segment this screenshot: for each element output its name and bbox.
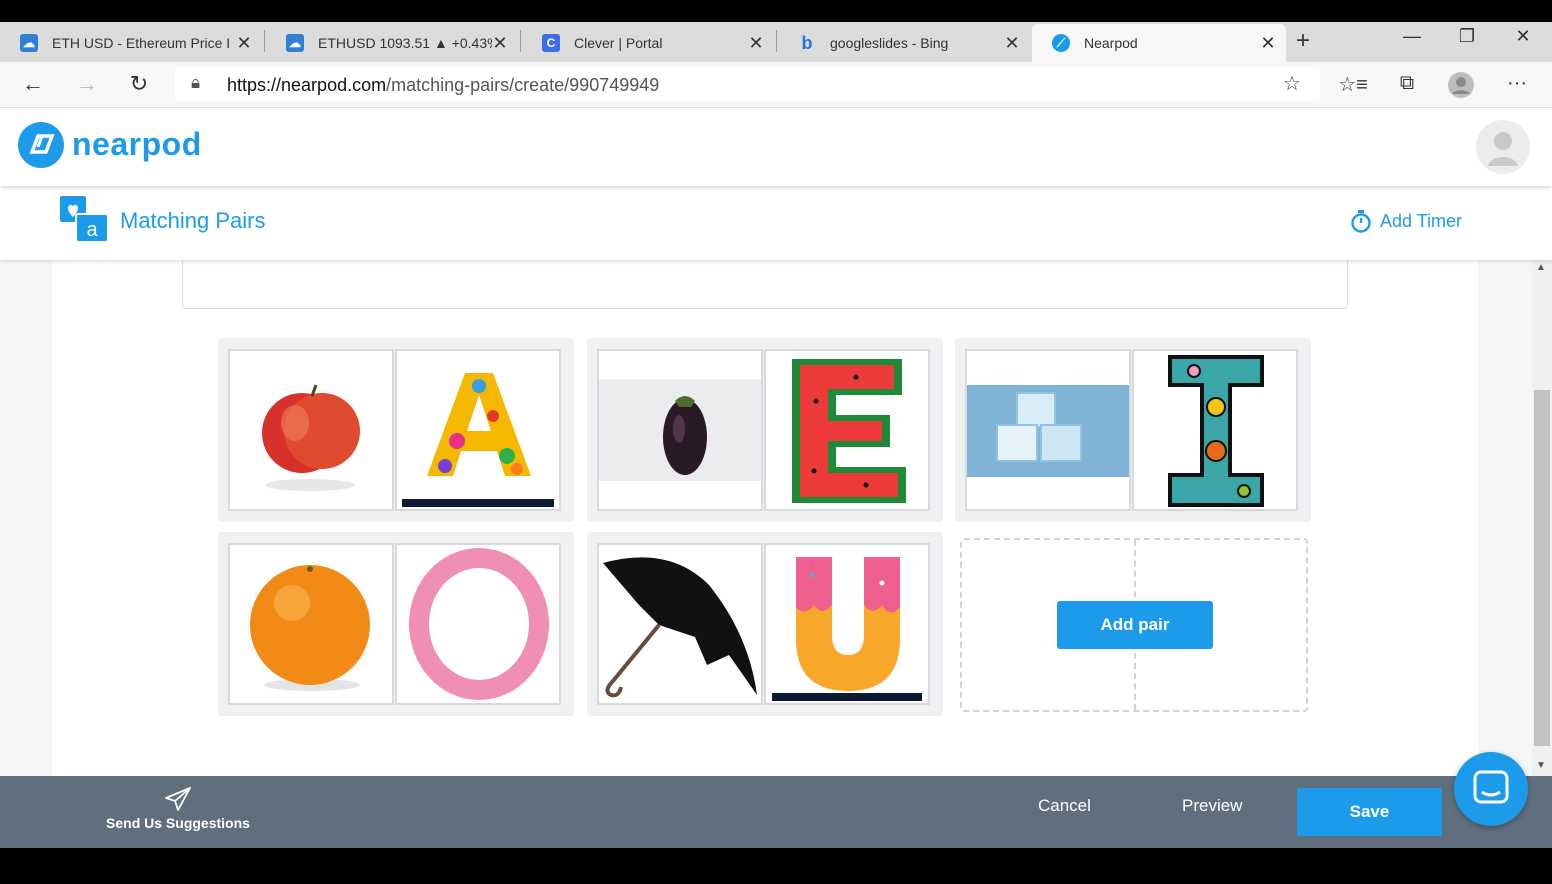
screen-bottom-bar [0, 848, 1552, 884]
nearpod-logo-icon[interactable] [18, 122, 64, 168]
close-icon[interactable]: ✕ [492, 33, 508, 54]
address-bar: ← → ↻ 🔒︎ https://nearpod.com/matching-pa… [0, 62, 1552, 108]
add-timer-label: Add Timer [1380, 210, 1463, 231]
url-text: https://nearpod.com/matching-pairs/creat… [227, 75, 659, 96]
forward-icon[interactable]: → [72, 71, 102, 97]
pair-card-e[interactable] [587, 338, 943, 522]
tab-title: ETHUSD 1093.51 ▲ +0.43% [318, 35, 492, 51]
pair-card-u[interactable] [587, 532, 943, 716]
cancel-button[interactable]: Cancel [1038, 796, 1091, 816]
browser-tab-nearpod[interactable]: ⟋ Nearpod ✕ [1032, 24, 1286, 62]
back-icon[interactable]: ← [18, 71, 48, 97]
screen-top-bar [0, 0, 1552, 22]
add-pair-button[interactable]: Add pair [1057, 601, 1213, 649]
scrollbar-thumb[interactable] [1534, 390, 1550, 746]
orange-image[interactable] [228, 543, 394, 705]
pairs-editor: Add pair [52, 260, 1478, 776]
tab-divider [776, 30, 777, 52]
scroll-up-icon[interactable]: ▲ [1536, 262, 1546, 273]
app-header: nearpod [0, 108, 1552, 186]
pair-card-a[interactable] [218, 338, 574, 522]
browser-tab-clever[interactable]: C Clever | Portal ✕ [522, 24, 774, 62]
letter-O-image[interactable] [395, 543, 561, 705]
preview-button[interactable]: Preview [1182, 796, 1242, 816]
send-suggestions-label: Send Us Suggestions [106, 815, 250, 831]
stopwatch-icon [1351, 210, 1371, 233]
browser-tab-ethusd[interactable]: ☁ ETHUSD 1093.51 ▲ +0.43% ✕ [266, 24, 518, 62]
paper-plane-icon [165, 787, 191, 811]
profile-icon[interactable] [1446, 72, 1476, 104]
close-icon[interactable]: ✕ [1004, 33, 1020, 54]
tab-title: Nearpod [1084, 35, 1138, 51]
letter-U-image[interactable] [764, 543, 930, 705]
umbrella-image[interactable] [597, 543, 763, 705]
ice-cubes-image[interactable] [965, 349, 1131, 511]
add-pair-placeholder: Add pair [960, 538, 1308, 712]
nearpod-page: nearpod a Matching Pairs Add Timer Add p… [0, 108, 1552, 848]
window-close-icon[interactable]: ✕ [1508, 26, 1538, 47]
new-tab-icon[interactable]: + [1296, 27, 1310, 55]
nearpod-icon: ⟋ [1052, 34, 1070, 52]
matching-pairs-icon: a [60, 194, 109, 243]
editor-footer: Send Us Suggestions Cancel Preview Save [0, 776, 1552, 848]
url-path: /matching-pairs/create/990749949 [386, 75, 660, 95]
close-icon[interactable]: ✕ [748, 33, 764, 54]
more-icon[interactable]: ··· [1502, 72, 1532, 95]
tab-title: ETH USD - Ethereum Price I [52, 35, 231, 51]
url-host: https://nearpod.com [227, 75, 387, 95]
page-scrollbar[interactable]: ▲ ▼ [1532, 260, 1552, 776]
instructions-field[interactable] [182, 260, 1348, 309]
pair-card-i[interactable] [955, 338, 1311, 522]
tab-divider [264, 30, 265, 52]
chat-support-button[interactable] [1454, 752, 1528, 826]
pair-card-o[interactable] [218, 532, 574, 716]
refresh-icon[interactable]: ↻ [124, 71, 154, 97]
page-title: Matching Pairs [120, 208, 266, 233]
cloud-icon: ☁ [286, 34, 304, 52]
letter-I-image[interactable] [1132, 349, 1298, 511]
cloud-icon: ☁ [20, 34, 38, 52]
scroll-down-icon[interactable]: ▼ [1536, 760, 1546, 771]
svg-text:a: a [86, 219, 98, 241]
chat-icon [1473, 770, 1509, 804]
tab-title: googleslides - Bing [830, 35, 949, 51]
activity-header: a Matching Pairs Add Timer [0, 186, 1552, 260]
send-suggestions-button[interactable]: Send Us Suggestions [104, 786, 252, 831]
letter-E-image[interactable] [764, 349, 930, 511]
logo-text[interactable]: nearpod [72, 126, 202, 163]
browser-tab-eth-usd[interactable]: ☁ ETH USD - Ethereum Price I ✕ [0, 24, 262, 62]
browser-tab-bing[interactable]: b googleslides - Bing ✕ [778, 24, 1030, 62]
tab-divider [520, 30, 521, 52]
browser-tab-strip: ☁ ETH USD - Ethereum Price I ✕ ☁ ETHUSD … [0, 22, 1552, 62]
lock-icon: 🔒︎ [191, 73, 201, 92]
user-avatar[interactable] [1476, 120, 1530, 174]
clever-icon: C [542, 34, 560, 52]
close-icon[interactable]: ✕ [236, 33, 252, 54]
letter-A-image[interactable] [395, 349, 561, 511]
favorite-star-icon[interactable]: ☆ [1283, 71, 1301, 96]
save-button[interactable]: Save [1297, 788, 1442, 836]
url-field[interactable]: 🔒︎ https://nearpod.com/matching-pairs/cr… [175, 67, 1320, 101]
add-timer-button[interactable]: Add Timer [1340, 198, 1480, 244]
minimize-icon[interactable]: — [1397, 26, 1427, 47]
close-icon[interactable]: ✕ [1260, 33, 1276, 54]
apple-image[interactable] [228, 349, 394, 511]
collections-icon[interactable]: ⧉ [1392, 72, 1422, 95]
eggplant-image[interactable] [597, 349, 763, 511]
tab-title: Clever | Portal [574, 35, 663, 51]
bing-icon: b [801, 32, 813, 53]
restore-icon[interactable]: ❐ [1452, 26, 1482, 47]
favorites-icon[interactable]: ☆≡ [1338, 72, 1368, 97]
